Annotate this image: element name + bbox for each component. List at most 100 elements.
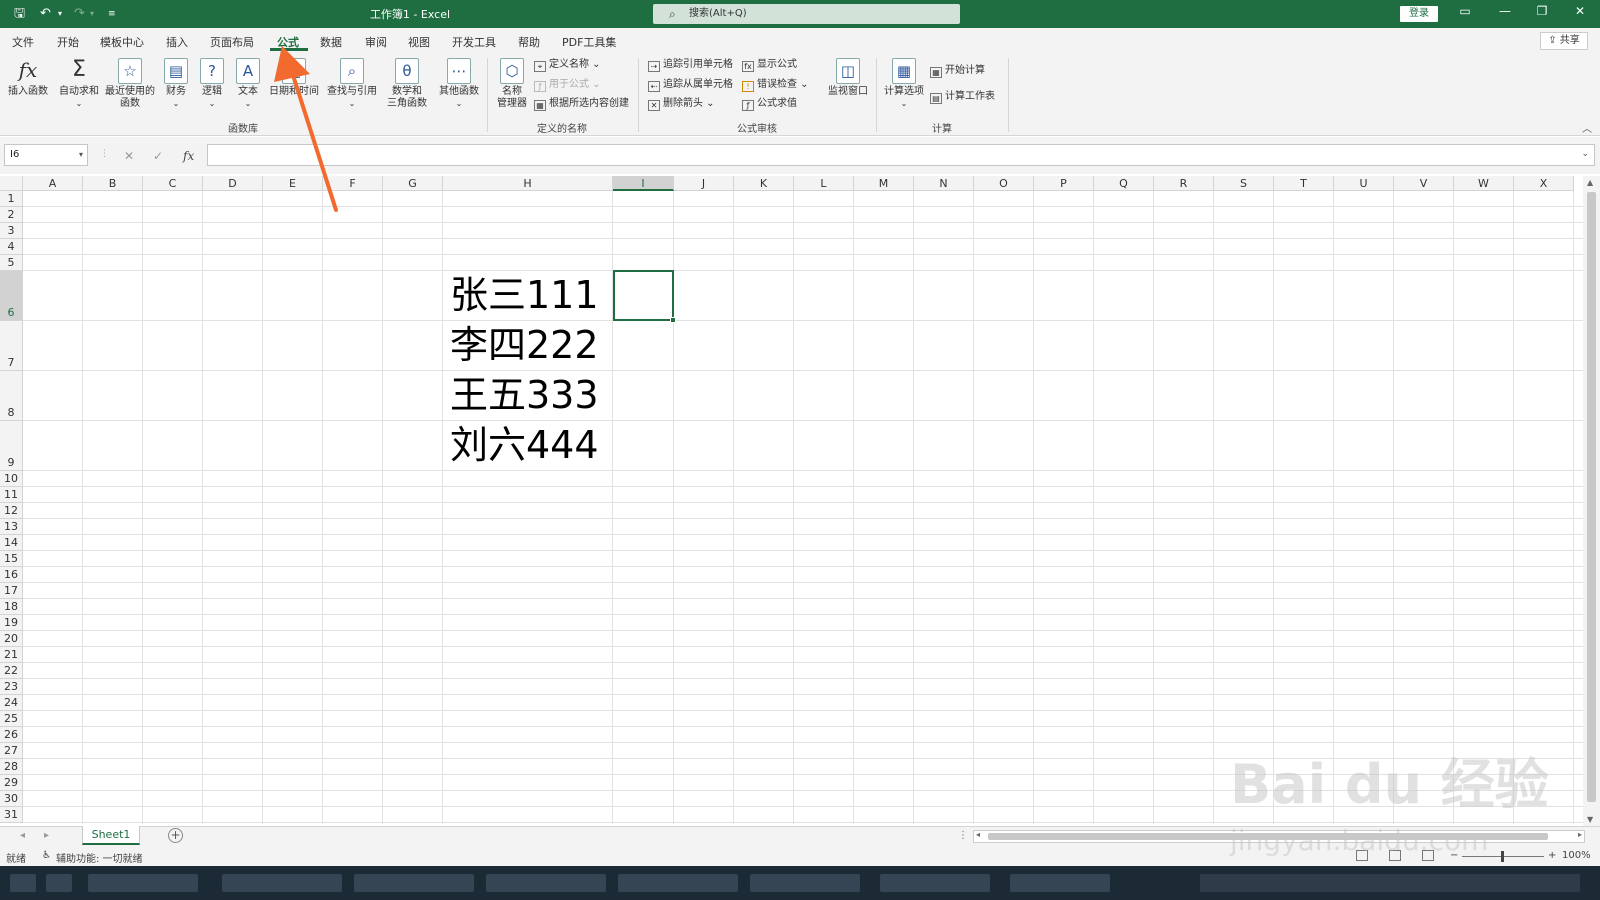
row-header-28[interactable]: 28 <box>0 759 23 775</box>
row-header-15[interactable]: 15 <box>0 551 23 567</box>
column-header-T[interactable]: T <box>1274 176 1334 191</box>
minimize-icon[interactable]: — <box>1490 4 1520 18</box>
tab-view[interactable]: 视图 <box>408 34 430 50</box>
insert-function-fx-button[interactable]: fx <box>183 149 194 163</box>
scroll-right-icon[interactable]: ▸ <box>1578 830 1582 839</box>
logical-button[interactable]: ? 逻辑 ⌄ <box>196 58 228 110</box>
sheet-tab-sheet1[interactable]: Sheet1 <box>82 826 140 845</box>
row-header-14[interactable]: 14 <box>0 535 23 551</box>
tab-page-layout[interactable]: 页面布局 <box>210 34 254 50</box>
login-button[interactable]: 登录 <box>1400 6 1438 22</box>
confirm-entry-button[interactable]: ✓ <box>153 149 163 163</box>
evaluate-formula-button[interactable]: ƒ 公式求值 <box>742 97 797 111</box>
page-break-view-icon[interactable] <box>1422 850 1434 861</box>
vertical-scroll-thumb[interactable] <box>1587 192 1596 802</box>
accessibility-status[interactable]: 辅助功能: 一切就绪 <box>56 850 143 865</box>
column-header-C[interactable]: C <box>143 176 203 191</box>
row-header-4[interactable]: 4 <box>0 239 23 255</box>
column-header-S[interactable]: S <box>1214 176 1274 191</box>
fill-handle[interactable] <box>670 317 676 323</box>
row-header-19[interactable]: 19 <box>0 615 23 631</box>
row-header-22[interactable]: 22 <box>0 663 23 679</box>
row-header-30[interactable]: 30 <box>0 791 23 807</box>
system-tray[interactable] <box>1200 874 1580 892</box>
calculation-options-button[interactable]: ▦ 计算选项 ⌄ <box>882 58 926 110</box>
cell-H6[interactable]: 张三111 <box>450 270 599 320</box>
row-header-5[interactable]: 5 <box>0 255 23 271</box>
collapse-ribbon-icon[interactable]: ︿ <box>1582 120 1592 135</box>
error-checking-button[interactable]: ! 错误检查 ⌄ <box>742 78 809 92</box>
scroll-left-icon[interactable]: ◂ <box>976 830 980 839</box>
text-functions-button[interactable]: A 文本 ⌄ <box>232 58 264 110</box>
redo-dropdown-icon[interactable]: ▾ <box>90 5 94 23</box>
row-header-1[interactable]: 1 <box>0 191 23 207</box>
row-header-24[interactable]: 24 <box>0 695 23 711</box>
taskbar-item[interactable] <box>618 874 738 892</box>
ribbon-display-icon[interactable]: ▭ <box>1450 4 1480 18</box>
tab-review[interactable]: 审阅 <box>365 34 387 50</box>
taskbar-item[interactable] <box>880 874 990 892</box>
tab-home[interactable]: 开始 <box>57 34 79 50</box>
watch-window-button[interactable]: ◫ 监视窗口 <box>824 58 872 98</box>
define-name-button[interactable]: ⌖ 定义名称 ⌄ <box>534 58 601 72</box>
column-header-O[interactable]: O <box>974 176 1034 191</box>
undo-dropdown-icon[interactable]: ▾ <box>58 5 62 23</box>
row-header-29[interactable]: 29 <box>0 775 23 791</box>
save-icon[interactable]: 🖫 <box>14 5 25 23</box>
active-cell-I6[interactable] <box>613 270 676 323</box>
name-manager-button[interactable]: ⬡ 名称 管理器 <box>494 58 530 110</box>
scroll-up-icon[interactable]: ▲ <box>1587 178 1593 187</box>
column-header-X[interactable]: X <box>1514 176 1574 191</box>
column-header-R[interactable]: R <box>1154 176 1214 191</box>
zoom-level[interactable]: 100% <box>1562 850 1591 861</box>
row-header-16[interactable]: 16 <box>0 567 23 583</box>
restore-icon[interactable]: ❐ <box>1527 4 1557 18</box>
math-trig-button[interactable]: θ 数学和 三角函数 <box>382 58 432 110</box>
cancel-entry-button[interactable]: ✕ <box>124 149 134 163</box>
redo-icon[interactable]: ↷ <box>74 5 85 23</box>
column-header-H[interactable]: H <box>443 176 613 191</box>
recently-used-button[interactable]: ☆ 最近使用的 函数 <box>104 58 156 110</box>
row-header-2[interactable]: 2 <box>0 207 23 223</box>
calculate-now-button[interactable]: ▦ 开始计算 <box>930 64 985 78</box>
taskbar-item[interactable] <box>486 874 606 892</box>
tab-template-center[interactable]: 模板中心 <box>100 34 144 50</box>
insert-function-button[interactable]: fx 插入函数 <box>6 58 50 98</box>
cell-H8[interactable]: 王五333 <box>450 370 599 420</box>
taskbar-item[interactable] <box>354 874 474 892</box>
column-header-G[interactable]: G <box>383 176 443 191</box>
trace-dependents-button[interactable]: ⇠ 追踪从属单元格 <box>648 78 733 92</box>
zoom-out-icon[interactable]: − <box>1450 850 1458 861</box>
row-header-26[interactable]: 26 <box>0 727 23 743</box>
row-header-17[interactable]: 17 <box>0 583 23 599</box>
tab-help[interactable]: 帮助 <box>518 34 540 50</box>
name-box-dropdown-icon[interactable]: ▾ <box>79 145 83 165</box>
tab-pdf-tools[interactable]: PDF工具集 <box>562 34 616 50</box>
row-header-10[interactable]: 10 <box>0 471 23 487</box>
row-header-18[interactable]: 18 <box>0 599 23 615</box>
cell-H9[interactable]: 刘六444 <box>450 420 599 470</box>
row-header-3[interactable]: 3 <box>0 223 23 239</box>
customize-toolbar-icon[interactable]: ≡ <box>108 5 116 23</box>
horizontal-scrollbar[interactable]: ◂ ▸ <box>973 830 1585 843</box>
close-icon[interactable]: ✕ <box>1565 4 1595 18</box>
normal-view-icon[interactable] <box>1356 850 1368 861</box>
search-input[interactable]: ⌕ 搜索(Alt+Q) <box>653 4 960 24</box>
horizontal-scroll-thumb[interactable] <box>988 833 1548 840</box>
create-from-selection-button[interactable]: ▦ 根据所选内容创建 <box>534 97 629 111</box>
row-header-27[interactable]: 27 <box>0 743 23 759</box>
prev-sheet-icon[interactable]: ◂ <box>20 830 25 841</box>
use-in-formula-button[interactable]: ƒ 用于公式 ⌄ <box>534 78 601 92</box>
page-layout-view-icon[interactable] <box>1389 850 1401 861</box>
column-header-L[interactable]: L <box>794 176 854 191</box>
column-header-V[interactable]: V <box>1394 176 1454 191</box>
select-all-corner[interactable] <box>0 176 23 191</box>
column-header-N[interactable]: N <box>914 176 974 191</box>
column-header-W[interactable]: W <box>1454 176 1514 191</box>
taskbar-item[interactable] <box>88 874 198 892</box>
row-header-8[interactable]: 8 <box>0 371 23 421</box>
tab-file[interactable]: 文件 <box>12 34 34 50</box>
row-header-9[interactable]: 9 <box>0 421 23 471</box>
column-header-J[interactable]: J <box>674 176 734 191</box>
show-formulas-button[interactable]: fx 显示公式 <box>742 58 797 72</box>
